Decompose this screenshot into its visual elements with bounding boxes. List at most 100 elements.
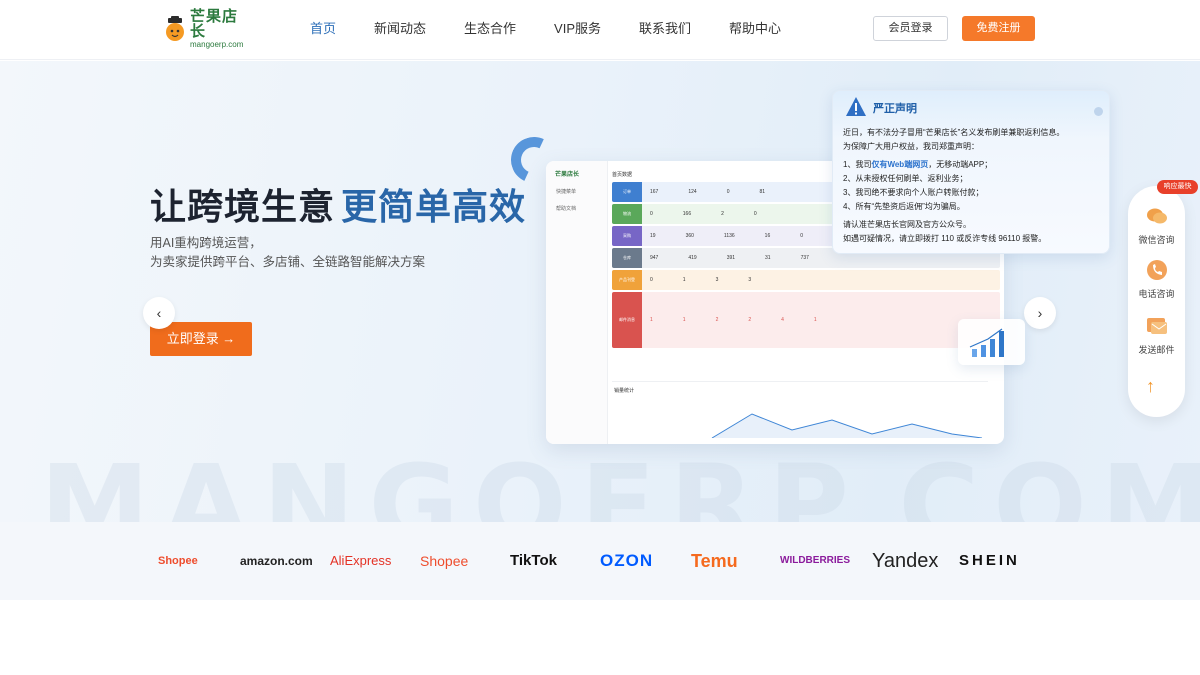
hero-watermark: MANGOERP.COM — [40, 441, 1200, 522]
row-value: 1 — [813, 317, 817, 323]
support-label: 微信咨询 — [1138, 235, 1175, 245]
notice-title: 严正声明 — [873, 103, 917, 115]
notice-highlight: 仅有Web端网页 — [871, 160, 929, 169]
brand-logo-shein: SHEIN — [959, 552, 1020, 569]
row-value: 419 — [688, 255, 697, 261]
phone-consult-button[interactable]: 电话咨询 — [1128, 258, 1185, 300]
row-value: 16 — [764, 233, 771, 239]
row-value: 2 — [721, 211, 724, 217]
hero-subtitle-line2: 为卖家提供跨平台、多店铺、全链路智能解决方案 — [150, 255, 426, 269]
notice-footer: 如遇可疑情况，请立即拨打 110 或反诈专线 96110 报警。 — [843, 234, 1047, 243]
dashboard-logo: 芒果店长 — [555, 172, 580, 178]
brand-logo-temu: Temu — [691, 551, 738, 571]
row-value: 81 — [759, 189, 766, 195]
sales-chart-line — [711, 413, 983, 439]
row-value: 0 — [726, 189, 730, 195]
row-value: 3 — [715, 277, 719, 283]
row-value: 166 — [682, 211, 692, 217]
member-login-button[interactable]: 会员登录 — [873, 16, 948, 41]
wechat-icon — [1145, 204, 1169, 228]
free-register-button[interactable]: 免费注册 — [962, 16, 1035, 41]
row-value: 391 — [726, 255, 736, 261]
notice-item: 4、所有“先垫资后返佣”均为骗局。 — [843, 202, 965, 211]
notice-item: 2、从未授权任何刷单、返利业务； — [843, 174, 968, 183]
nav-news[interactable]: 新闻动态 — [374, 0, 426, 60]
hero-title: 让跨境生意 更简单高效 — [150, 178, 526, 230]
support-label: 发送邮件 — [1138, 345, 1175, 355]
hero-banner: MANGOERP.COM 让跨境生意 更简单高效 用AI重构跨境运营， 为卖家提供… — [0, 61, 1200, 522]
row-value: 0 — [650, 211, 653, 217]
site-logo[interactable]: 芒果店长 mangoerp.com — [164, 9, 250, 49]
main-nav: 首页 新闻动态 生态合作 VIP服务 联系我们 帮助中心 — [310, 0, 819, 60]
row-tag: 产品刊登 — [612, 270, 642, 290]
row-value: 1 — [650, 317, 653, 323]
brand-logo-tiktok: TikTok — [510, 552, 557, 569]
hero-title-accent: 更简单高效 — [341, 186, 527, 227]
carousel-next-button[interactable]: › — [1024, 297, 1056, 329]
brand-logo-shopee: Shopee — [158, 555, 198, 567]
wechat-consult-button[interactable]: 微信咨询 — [1128, 204, 1185, 246]
brand-logo-shopee-large: Shopee — [420, 553, 469, 569]
row-tag: 邮件消息 — [612, 292, 642, 348]
dashboard-sidebar: 芒果店长 快捷菜单 帮助文档 — [546, 161, 608, 444]
row-tag: 物流 — [612, 204, 642, 224]
mail-icon — [1145, 314, 1169, 338]
row-value: 737 — [800, 255, 809, 261]
chevron-left-icon: ‹ — [156, 305, 162, 321]
row-value: 2 — [748, 317, 752, 323]
notice-line: 近日，有不法分子冒用“芒果店长”名义发布刷单兼职返利信息。 — [843, 128, 1065, 137]
nav-contact[interactable]: 联系我们 — [639, 0, 691, 60]
row-tag: 仓库 — [612, 248, 642, 268]
notice-footer: 请认准芒果店长官网及官方公众号。 — [843, 220, 971, 229]
row-tag: 采购 — [612, 226, 642, 246]
dashboard-row: 邮件消息 1 1 2 2 4 1 — [612, 292, 1000, 348]
support-panel: 微信咨询 电话咨询 发送邮件 — [1128, 186, 1185, 417]
row-value: 167 — [650, 189, 659, 195]
hero-subtitle-line1: 用AI重构跨境运营， — [150, 236, 262, 250]
nav-ecosystem[interactable]: 生态合作 — [464, 0, 516, 60]
row-value: 124 — [688, 189, 697, 195]
notice-body: 近日，有不法分子冒用“芒果店长”名义发布刷单兼职返利信息。 为保障广大用户权益，… — [843, 126, 1105, 246]
logo-domain: mangoerp.com — [190, 40, 244, 49]
notice-close-icon[interactable] — [1094, 107, 1103, 116]
arrow-up-icon[interactable]: ↑ — [1146, 376, 1155, 397]
notice-item: 3、我司绝不要求向个人账户转账付款； — [843, 188, 984, 197]
carousel-prev-button[interactable]: ‹ — [143, 297, 175, 329]
notice-text: ，无移动端APP； — [928, 160, 993, 169]
row-value: 1 — [682, 277, 686, 283]
row-value: 0 — [650, 277, 653, 283]
row-tag: 订单 — [612, 182, 642, 202]
dashboard-side-item: 帮助文档 — [556, 206, 577, 212]
warning-triangle-icon — [844, 95, 868, 119]
dashboard-row: 产品刊登 0 1 3 3 — [612, 270, 1000, 290]
mango-logo-icon — [164, 16, 186, 42]
official-notice-card: 严正声明 近日，有不法分子冒用“芒果店长”名义发布刷单兼职返利信息。 为保障广大… — [832, 90, 1110, 254]
phone-icon — [1145, 258, 1169, 282]
row-value: 4 — [781, 317, 784, 323]
notice-item: 1、我司仅有Web端网页，无移动端APP； — [843, 158, 1105, 172]
hero-subtitle: 用AI重构跨境运营， 为卖家提供跨平台、多店铺、全链路智能解决方案 — [150, 234, 425, 272]
send-email-button[interactable]: 发送邮件 — [1128, 314, 1185, 356]
row-value: 2 — [715, 317, 719, 323]
row-value: 31 — [765, 255, 771, 261]
dashboard-side-item: 快捷菜单 — [556, 189, 577, 195]
growth-chart-card — [958, 319, 1025, 365]
brand-logo-yandex: Yandex — [872, 550, 939, 572]
row-value: 0 — [800, 233, 804, 239]
row-value: 0 — [753, 211, 757, 217]
nav-vip[interactable]: VIP服务 — [554, 0, 601, 60]
chevron-right-icon: › — [1037, 305, 1043, 321]
brand-logo-wildberries: WILDBERRIES — [780, 555, 850, 566]
nav-home[interactable]: 首页 — [310, 0, 336, 60]
chart-title: 销量统计 — [614, 388, 635, 394]
brand-logo-amazon: amazon.com — [240, 554, 313, 568]
hero-title-plain: 让跨境生意 — [150, 186, 336, 227]
nav-help[interactable]: 帮助中心 — [729, 0, 781, 60]
fast-response-badge: 响应最快 — [1157, 180, 1198, 194]
row-value: 1 — [682, 317, 686, 323]
support-label: 电话咨询 — [1138, 289, 1175, 299]
row-value: 947 — [650, 255, 659, 261]
brand-logo-ozon: OZON — [600, 551, 654, 570]
notice-text: 1、我司 — [843, 160, 872, 169]
row-value: 3 — [748, 277, 752, 283]
